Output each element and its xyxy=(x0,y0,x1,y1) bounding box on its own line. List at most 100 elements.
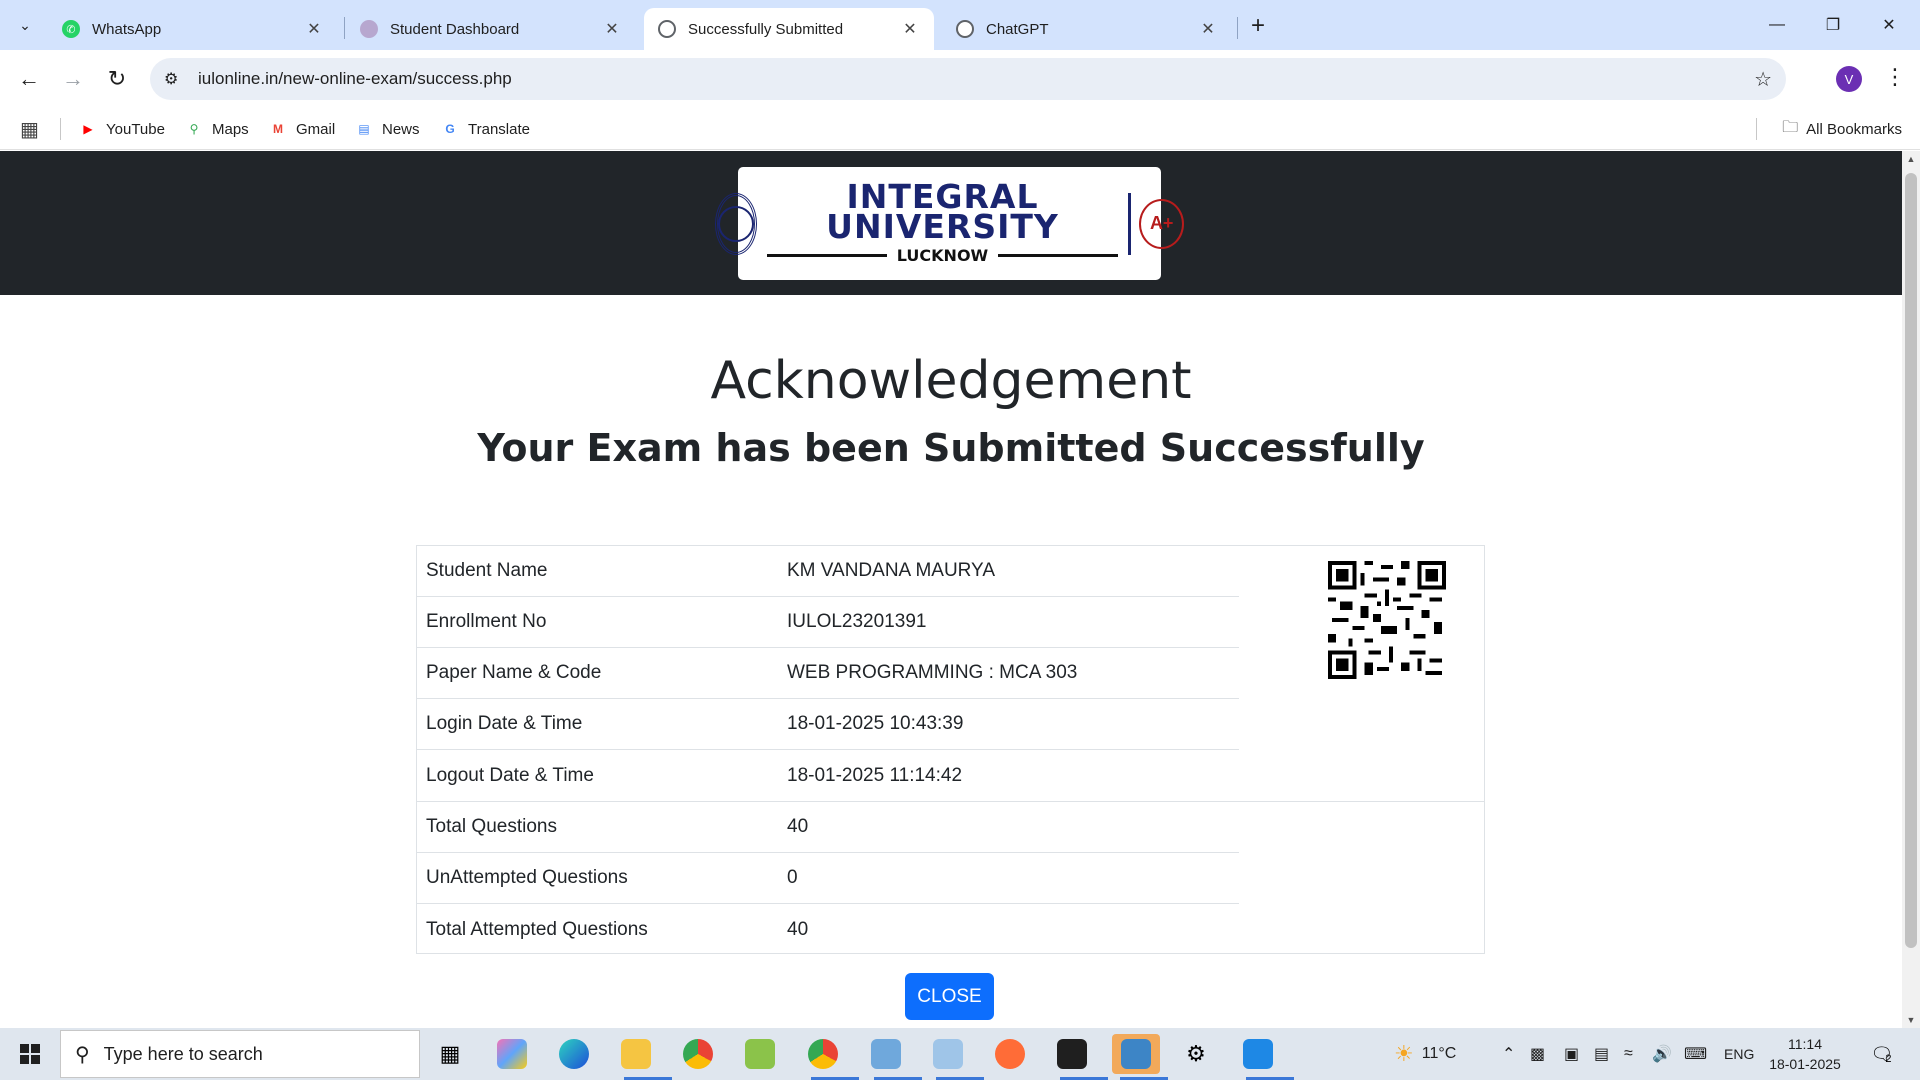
url-text[interactable]: iulonline.in/new-online-exam/success.php xyxy=(198,69,512,89)
task-view-icon[interactable]: ▦ xyxy=(430,1034,470,1074)
row-value: WEB PROGRAMMING : MCA 303 xyxy=(787,662,1078,683)
bookmark-maps[interactable]: ⚲ Maps xyxy=(184,116,249,142)
forward-button[interactable]: → xyxy=(58,64,88,94)
image-viewer-icon[interactable] xyxy=(866,1034,922,1080)
row-label: Total Questions xyxy=(426,816,557,837)
table-row: Total Attempted Questions 40 xyxy=(417,904,1239,955)
bookmark-label: Gmail xyxy=(296,120,336,138)
bookmark-translate[interactable]: G Translate xyxy=(440,116,530,142)
close-window-button[interactable]: ✕ xyxy=(1866,10,1912,40)
row-value: 18-01-2025 11:14:42 xyxy=(787,764,963,786)
maps-icon: ⚲ xyxy=(189,122,199,136)
minimize-button[interactable]: — xyxy=(1754,10,1800,40)
page-viewport: INTEGRAL UNIVERSITY LUCKNOW A+ Acknowled… xyxy=(0,151,1920,1028)
chatgpt-icon xyxy=(956,20,974,38)
postman-icon[interactable] xyxy=(990,1034,1030,1074)
start-button[interactable] xyxy=(0,1028,60,1080)
apps-grid-icon[interactable]: ▦ xyxy=(20,117,39,142)
naac-badge-icon: A+ xyxy=(1139,198,1185,249)
table-row: Logout Date & Time 18-01-2025 11:14:42 xyxy=(417,750,1239,801)
weather-widget[interactable]: ☀ 11°C xyxy=(1394,1028,1456,1080)
tab-title: Successfully Submitted xyxy=(688,20,844,38)
chevron-down-icon: ⌄ xyxy=(19,16,31,33)
restore-button[interactable]: ❐ xyxy=(1810,10,1856,40)
bookmark-label: News xyxy=(382,120,420,138)
settings-icon[interactable]: ⚙ xyxy=(1176,1034,1216,1074)
bookmark-youtube[interactable]: ▶ YouTube xyxy=(78,116,165,142)
file-explorer-icon[interactable] xyxy=(616,1034,672,1080)
bookmark-gmail[interactable]: M Gmail xyxy=(268,116,335,142)
bookmark-label: Maps xyxy=(212,120,249,138)
notebook-app-icon[interactable] xyxy=(928,1034,984,1080)
youtube-icon: ▶ xyxy=(83,122,93,136)
arrow-left-icon: ← xyxy=(18,66,40,91)
close-tab-icon[interactable]: ✕ xyxy=(1198,19,1218,39)
chrome-profile-icon[interactable] xyxy=(803,1034,859,1080)
back-button[interactable]: ← xyxy=(14,64,44,94)
site-info-icon[interactable]: ⚙ xyxy=(164,69,186,89)
news-icon: ▤ xyxy=(358,122,370,136)
bookmark-news[interactable]: ▤ News xyxy=(354,116,420,142)
close-tab-icon[interactable]: ✕ xyxy=(602,19,622,39)
globe-icon xyxy=(658,20,676,38)
close-tab-icon[interactable]: ✕ xyxy=(304,19,324,39)
tab-successfully-submitted[interactable]: Successfully Submitted ✕ xyxy=(644,8,934,50)
notification-center-button[interactable]: 🗨 2 xyxy=(1866,1040,1896,1068)
vscode-icon[interactable] xyxy=(1238,1034,1294,1080)
row-label: Logout Date & Time xyxy=(426,764,594,786)
language-indicator[interactable]: ENG xyxy=(1724,1028,1754,1080)
scrollbar-thumb[interactable] xyxy=(1905,173,1917,948)
terminal-icon[interactable] xyxy=(1052,1034,1108,1080)
scroll-up-icon[interactable]: ▲ xyxy=(1905,154,1917,164)
clock-time: 11:14 xyxy=(1788,1036,1822,1052)
tab-student-dashboard[interactable]: Student Dashboard ✕ xyxy=(346,8,636,50)
meet-now-icon[interactable]: ▣ xyxy=(1564,1028,1579,1080)
new-tab-button[interactable]: + xyxy=(1245,12,1271,40)
browser-menu-icon[interactable]: ⋮ xyxy=(1884,64,1906,90)
table-row: Login Date & Time 18-01-2025 10:43:39 xyxy=(417,699,1239,750)
row-value: 18-01-2025 10:43:39 xyxy=(787,713,964,734)
reload-button[interactable]: ↻ xyxy=(102,64,132,94)
gmail-icon: M xyxy=(273,122,283,136)
tab-strip: ⌄ ✆ WhatsApp ✕ Student Dashboard ✕ Succe… xyxy=(0,0,1920,50)
arrow-right-icon: → xyxy=(62,66,84,91)
weather-icon: ☀ xyxy=(1394,1041,1414,1066)
close-button[interactable]: CLOSE xyxy=(905,973,994,1020)
tab-whatsapp[interactable]: ✆ WhatsApp ✕ xyxy=(48,8,338,50)
clock-date: 18-01-2025 xyxy=(1769,1056,1841,1072)
show-hidden-icons[interactable]: ⌃ xyxy=(1502,1028,1515,1080)
battery-icon[interactable]: ▩ xyxy=(1530,1028,1545,1080)
logo-wordmark: INTEGRAL UNIVERSITY LUCKNOW xyxy=(766,180,1119,265)
chrome-icon[interactable] xyxy=(678,1034,718,1074)
volume-icon[interactable]: 🔊 xyxy=(1652,1028,1672,1080)
chevron-up-icon: ⌃ xyxy=(1502,1046,1516,1063)
tab-search-button[interactable]: ⌄ xyxy=(10,10,40,40)
profile-avatar[interactable]: V xyxy=(1836,66,1862,92)
taskbar-search[interactable]: ⚲ Type here to search xyxy=(60,1030,420,1078)
keyboard-icon[interactable]: ⌨ xyxy=(1684,1028,1707,1080)
address-bar[interactable]: ⚙ iulonline.in/new-online-exam/success.p… xyxy=(150,58,1786,100)
windows-taskbar: ⚲ Type here to search ▦ ⚙ ☀ 11°C ⌃ ▩ ▣ ▤… xyxy=(0,1028,1920,1080)
system-clock[interactable]: 11:14 18-01-2025 xyxy=(1760,1034,1850,1074)
table-row: UnAttempted Questions 0 xyxy=(417,853,1239,904)
university-logo: INTEGRAL UNIVERSITY LUCKNOW A+ xyxy=(714,167,1185,280)
notification-count: 2 xyxy=(1885,1053,1892,1065)
display-icon[interactable]: ▤ xyxy=(1594,1028,1609,1080)
tab-chatgpt[interactable]: ChatGPT ✕ xyxy=(942,8,1232,50)
page-scrollbar[interactable]: ▲ ▼ xyxy=(1902,151,1920,1028)
edge-icon[interactable] xyxy=(554,1034,594,1074)
photos-icon[interactable] xyxy=(1112,1034,1168,1080)
scroll-down-icon[interactable]: ▼ xyxy=(1905,1015,1917,1025)
row-label: UnAttempted Questions xyxy=(426,867,628,888)
bookmark-label: Translate xyxy=(468,120,530,138)
wifi-icon[interactable]: ≈ xyxy=(1624,1028,1633,1080)
close-tab-icon[interactable]: ✕ xyxy=(900,19,920,39)
copilot-icon[interactable] xyxy=(492,1034,532,1074)
all-bookmarks-button[interactable]: 🗀 All Bookmarks xyxy=(1782,116,1902,142)
whatsapp-icon: ✆ xyxy=(62,20,80,38)
minimize-icon: — xyxy=(1769,16,1785,33)
bookmark-star-icon[interactable]: ☆ xyxy=(1754,67,1772,92)
paint-icon[interactable] xyxy=(740,1034,780,1074)
tab-separator xyxy=(344,17,345,39)
all-bookmarks-label: All Bookmarks xyxy=(1806,120,1902,138)
